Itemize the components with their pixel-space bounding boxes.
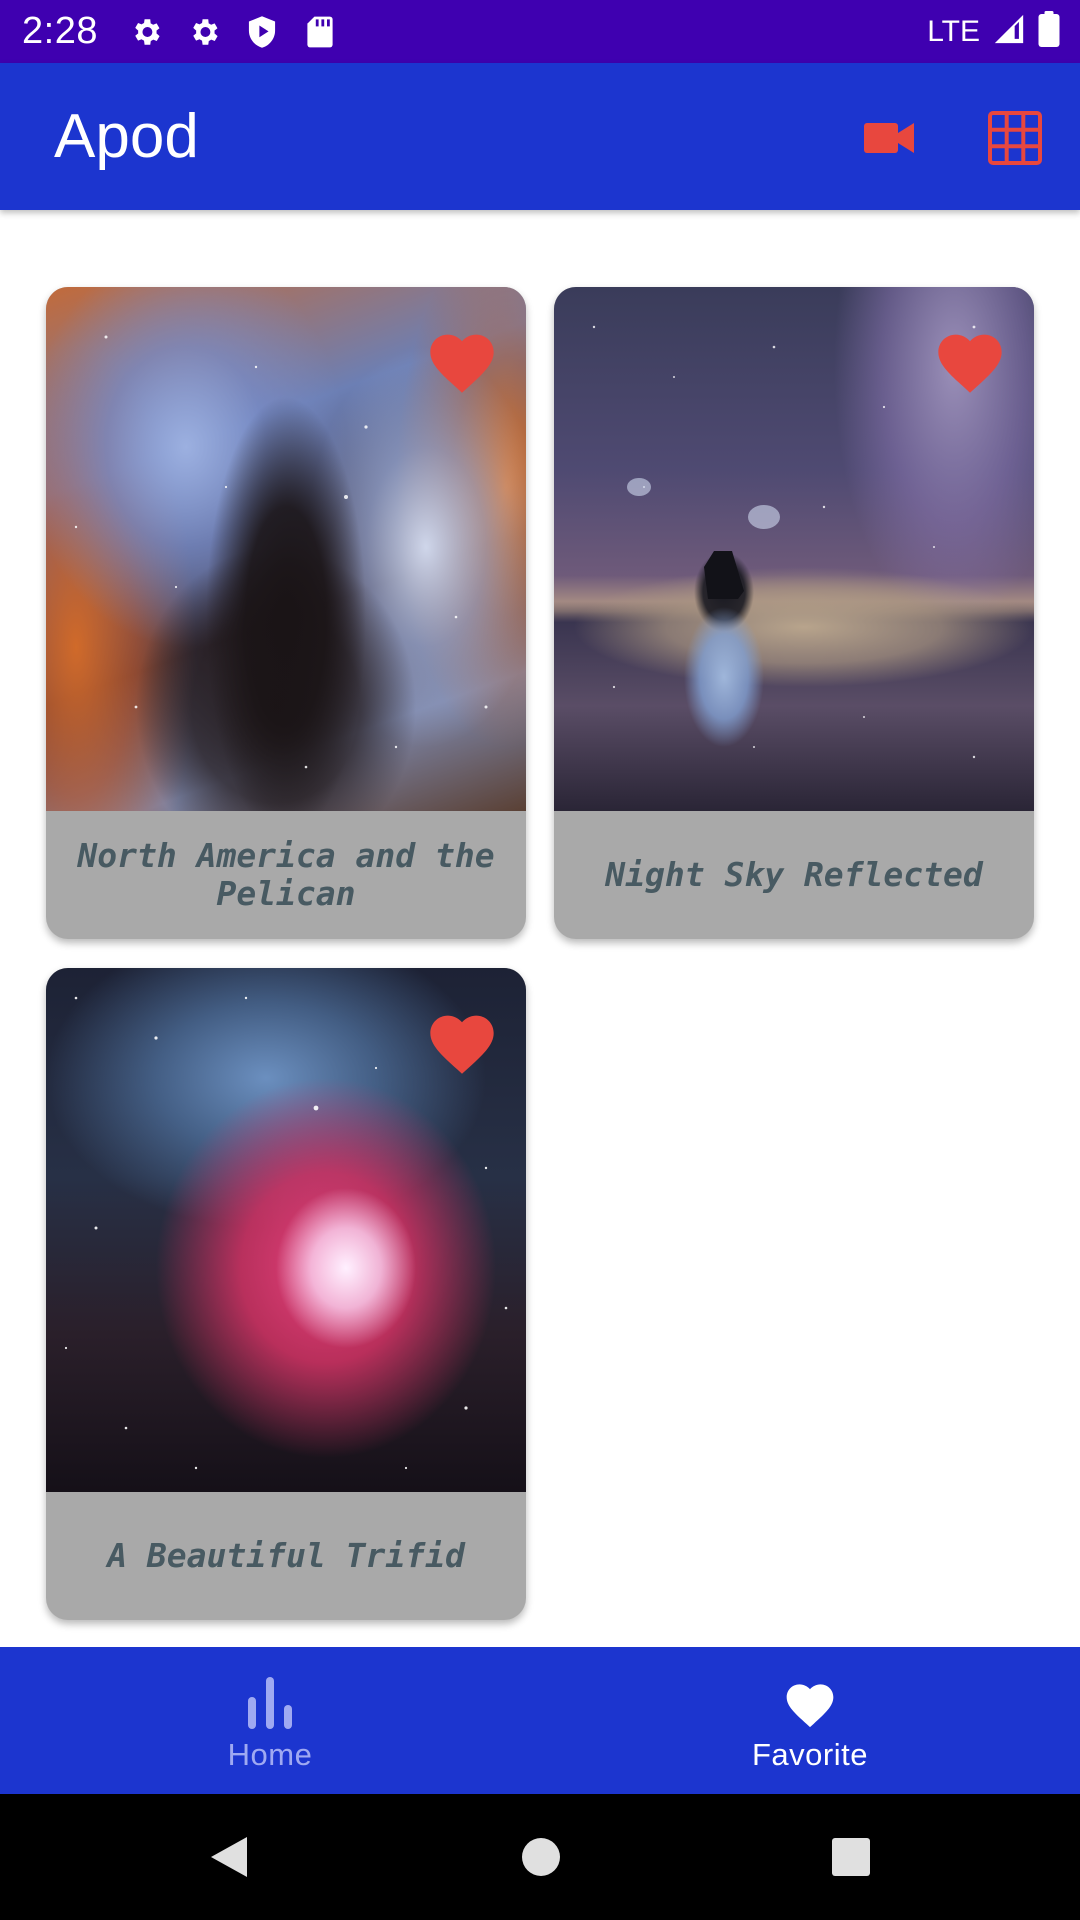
signal-icon <box>992 12 1026 51</box>
system-navigation-bar <box>0 1794 1080 1920</box>
recents-button[interactable] <box>818 1824 884 1890</box>
favorite-toggle[interactable] <box>932 325 1008 395</box>
grid-view-button[interactable] <box>980 103 1050 173</box>
grid-view-icon <box>988 111 1042 165</box>
back-icon <box>211 1837 247 1877</box>
status-right: LTE <box>927 0 1060 63</box>
nav-item-favorite[interactable]: Favorite <box>540 1647 1080 1794</box>
favorite-card[interactable]: North America and the Pelican <box>46 287 526 939</box>
card-title: North America and the Pelican <box>77 836 495 913</box>
status-bar: 2:28 LTE <box>0 0 1080 63</box>
heart-icon <box>780 1673 840 1733</box>
home-icon <box>522 1838 560 1876</box>
app-title: Apod <box>54 102 199 171</box>
favorite-toggle[interactable] <box>424 1006 500 1076</box>
card-title: Night Sky Reflected <box>605 855 983 894</box>
nav-item-home[interactable]: Home <box>0 1647 540 1794</box>
video-icon <box>864 123 914 153</box>
card-title: A Beautiful Trifid <box>107 1536 465 1575</box>
heart-icon <box>938 334 1002 393</box>
settings-icon <box>184 12 224 52</box>
back-button[interactable] <box>196 1824 262 1890</box>
status-time: 2:28 <box>22 10 98 52</box>
favorite-toggle[interactable] <box>424 325 500 395</box>
play-protect-icon <box>242 12 282 52</box>
nav-label-favorite: Favorite <box>752 1737 868 1772</box>
favorite-card[interactable]: A Beautiful Trifid <box>46 968 526 1620</box>
sd-card-icon <box>300 12 340 52</box>
network-type: LTE <box>927 14 980 48</box>
heart-icon <box>430 334 494 393</box>
bar-chart-icon <box>240 1673 300 1733</box>
favorite-card[interactable]: Night Sky Reflected <box>554 287 1034 939</box>
video-button[interactable] <box>854 103 924 173</box>
app-bar: Apod <box>0 63 1080 210</box>
home-button[interactable] <box>508 1824 574 1890</box>
recents-icon <box>832 1838 870 1876</box>
settings-icon <box>126 12 166 52</box>
nav-label-home: Home <box>227 1737 313 1772</box>
bottom-navigation: Home Favorite <box>0 1647 1080 1794</box>
battery-icon <box>1038 11 1060 52</box>
heart-icon <box>430 1015 494 1074</box>
